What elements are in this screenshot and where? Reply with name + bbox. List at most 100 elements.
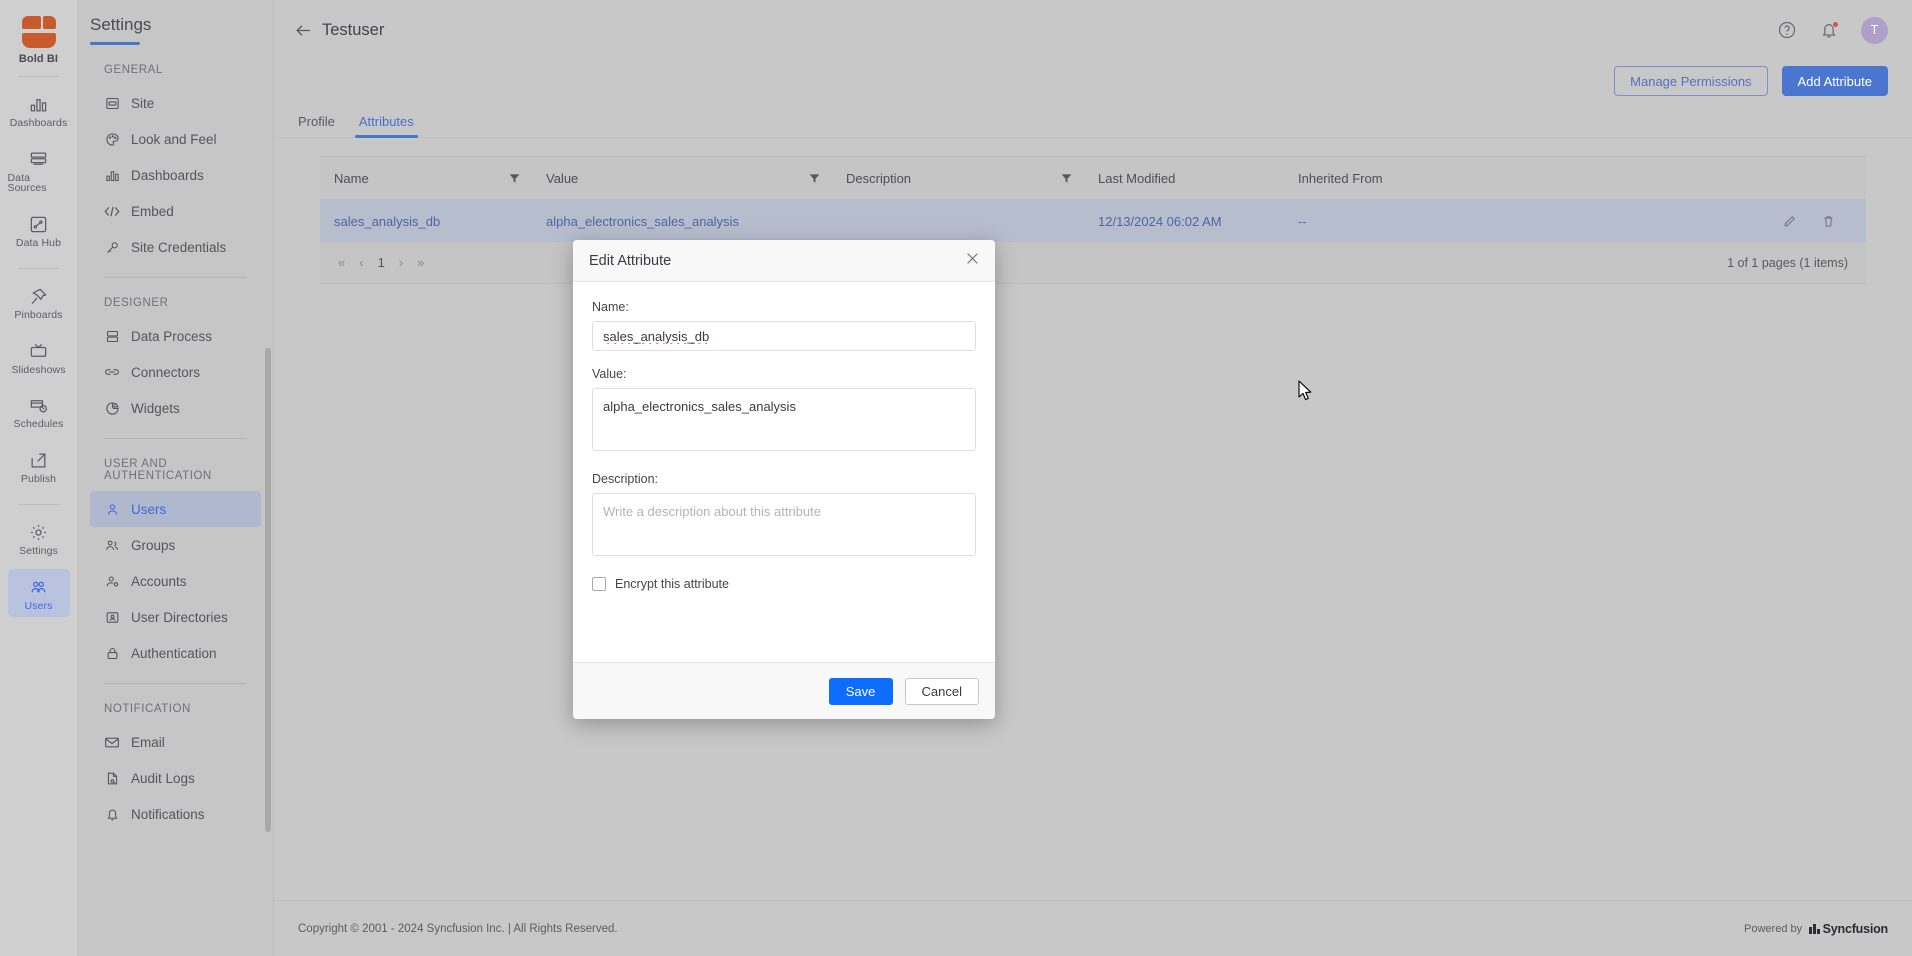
- data-hub-icon: [29, 215, 48, 234]
- sidebar-item-label: Dashboards: [131, 167, 204, 183]
- sidebar-item-data-process[interactable]: Data Process: [90, 318, 261, 354]
- tab-profile[interactable]: Profile: [298, 114, 335, 138]
- pager-last[interactable]: »: [417, 255, 424, 270]
- pager-prev[interactable]: ‹: [359, 255, 363, 270]
- publish-icon: [29, 451, 48, 470]
- widgets-icon: [104, 401, 120, 416]
- sidebar-item-user-directories[interactable]: User Directories: [90, 599, 261, 635]
- syncfusion-bars-icon: [1809, 923, 1820, 934]
- save-button[interactable]: Save: [828, 677, 893, 705]
- close-icon[interactable]: [966, 252, 979, 269]
- add-attribute-button[interactable]: Add Attribute: [1781, 66, 1888, 96]
- schedule-icon: [29, 396, 48, 415]
- sidebar-item-label: Authentication: [131, 645, 217, 661]
- settings-group-designer: DESIGNER: [104, 297, 169, 309]
- users-icon: [29, 578, 48, 597]
- rail-item-settings[interactable]: Settings: [8, 514, 70, 563]
- code-icon: [104, 205, 120, 218]
- key-icon: [104, 240, 120, 255]
- page-title: Testuser: [322, 20, 385, 39]
- settings-group-general: GENERAL: [104, 64, 163, 76]
- rail-item-pinboards[interactable]: Pinboards: [8, 278, 70, 327]
- manage-permissions-button[interactable]: Manage Permissions: [1614, 66, 1768, 96]
- pin-icon: [29, 287, 48, 306]
- column-header-name[interactable]: Name: [320, 157, 532, 199]
- column-header-last-modified[interactable]: Last Modified: [1084, 157, 1284, 199]
- app-root: Bold BI Dashboards Data Sources Data Hub…: [0, 0, 1912, 956]
- sidebar-scrollbar[interactable]: [265, 348, 271, 832]
- slideshow-icon: [29, 342, 48, 361]
- sidebar-item-notifications[interactable]: Notifications: [90, 796, 261, 832]
- rail-item-label: Publish: [20, 472, 57, 485]
- app-logo[interactable]: Bold BI: [15, 16, 63, 65]
- pager-first[interactable]: «: [338, 255, 345, 270]
- rail-item-dashboards[interactable]: Dashboards: [8, 86, 70, 135]
- rail-item-data-sources[interactable]: Data Sources: [8, 141, 70, 200]
- grid-footer: « ‹ 1 › » 1 of 1 pages (1 items): [320, 242, 1866, 284]
- rail-divider-2: [18, 268, 59, 269]
- sidebar-item-connectors[interactable]: Connectors: [90, 354, 261, 390]
- column-header-value[interactable]: Value: [532, 157, 832, 199]
- mail-icon: [104, 736, 120, 749]
- palette-icon: [104, 132, 120, 147]
- sidebar-item-label: Widgets: [131, 400, 180, 416]
- sidebar-item-dashboards[interactable]: Dashboards: [90, 157, 261, 193]
- rail-item-label: Slideshows: [11, 363, 66, 376]
- sidebar-item-audit-logs[interactable]: Audit Logs: [90, 760, 261, 796]
- trash-icon[interactable]: [1821, 214, 1836, 229]
- encrypt-checkbox[interactable]: [592, 577, 606, 591]
- bold-bi-logo-icon: [21, 16, 56, 48]
- sidebar-item-embed[interactable]: Embed: [90, 193, 261, 229]
- sidebar-item-label: Look and Feel: [131, 131, 217, 147]
- rail-item-slideshows[interactable]: Slideshows: [8, 333, 70, 382]
- rail-item-users[interactable]: Users: [7, 568, 70, 617]
- back-arrow-icon[interactable]: [294, 21, 313, 40]
- help-circle-icon[interactable]: [1777, 20, 1797, 40]
- column-header-description[interactable]: Description: [832, 157, 1084, 199]
- sidebar-item-label: Embed: [131, 203, 174, 219]
- rail-item-label: Data Sources: [7, 171, 47, 194]
- data-process-icon: [104, 329, 120, 344]
- pager-next[interactable]: ›: [399, 255, 403, 270]
- page-footer: Copyright © 2001 - 2024 Syncfusion Inc. …: [274, 900, 1912, 956]
- filter-icon[interactable]: [1061, 173, 1072, 184]
- filter-icon[interactable]: [509, 173, 520, 184]
- tab-bar: Profile Attributes: [274, 102, 1912, 138]
- sidebar-item-authentication[interactable]: Authentication: [90, 635, 261, 671]
- table-row[interactable]: sales_analysis_db alpha_electronics_sale…: [320, 200, 1866, 242]
- pagination: « ‹ 1 › »: [320, 255, 424, 270]
- sidebar-item-site-credentials[interactable]: Site Credentials: [90, 229, 261, 265]
- rail-item-label: Dashboards: [9, 117, 68, 129]
- id-card-icon: [104, 610, 120, 625]
- value-field-label: Value:: [592, 367, 627, 381]
- description-textarea[interactable]: [592, 493, 976, 556]
- avatar[interactable]: T: [1861, 16, 1888, 44]
- sidebar-item-look-and-feel[interactable]: Look and Feel: [90, 121, 261, 157]
- rail-item-publish[interactable]: Publish: [8, 442, 70, 491]
- sidebar-item-groups[interactable]: Groups: [90, 527, 261, 563]
- filter-icon[interactable]: [809, 173, 820, 184]
- rail-item-data-hub[interactable]: Data Hub: [8, 206, 70, 255]
- column-header-label: Inherited From: [1298, 170, 1383, 186]
- sidebar-item-label: Site: [131, 95, 155, 111]
- sidebar-item-email[interactable]: Email: [90, 724, 261, 760]
- sidebar-item-widgets[interactable]: Widgets: [90, 390, 261, 426]
- pagination-summary: 1 of 1 pages (1 items): [1727, 255, 1848, 270]
- name-input[interactable]: [592, 321, 976, 351]
- group-icon: [104, 538, 120, 553]
- encrypt-checkbox-label: Encrypt this attribute: [615, 577, 729, 591]
- rail-item-schedules[interactable]: Schedules: [8, 387, 70, 436]
- column-header-inherited-from[interactable]: Inherited From: [1284, 157, 1524, 199]
- sidebar-item-label: Users: [131, 501, 167, 517]
- cancel-button[interactable]: Cancel: [904, 677, 979, 705]
- value-textarea[interactable]: [592, 388, 976, 451]
- sidebar-item-users[interactable]: Users: [90, 491, 261, 527]
- sidebar-item-accounts[interactable]: Accounts: [90, 563, 261, 599]
- sidebar-item-site[interactable]: Site: [90, 85, 261, 121]
- tab-attributes[interactable]: Attributes: [354, 114, 418, 138]
- notification-bell-icon[interactable]: [1819, 20, 1839, 40]
- pencil-icon[interactable]: [1782, 214, 1797, 229]
- app-logo-label: Bold BI: [18, 53, 59, 65]
- sidebar-item-label: User Directories: [131, 609, 228, 625]
- pager-page-1[interactable]: 1: [378, 255, 385, 270]
